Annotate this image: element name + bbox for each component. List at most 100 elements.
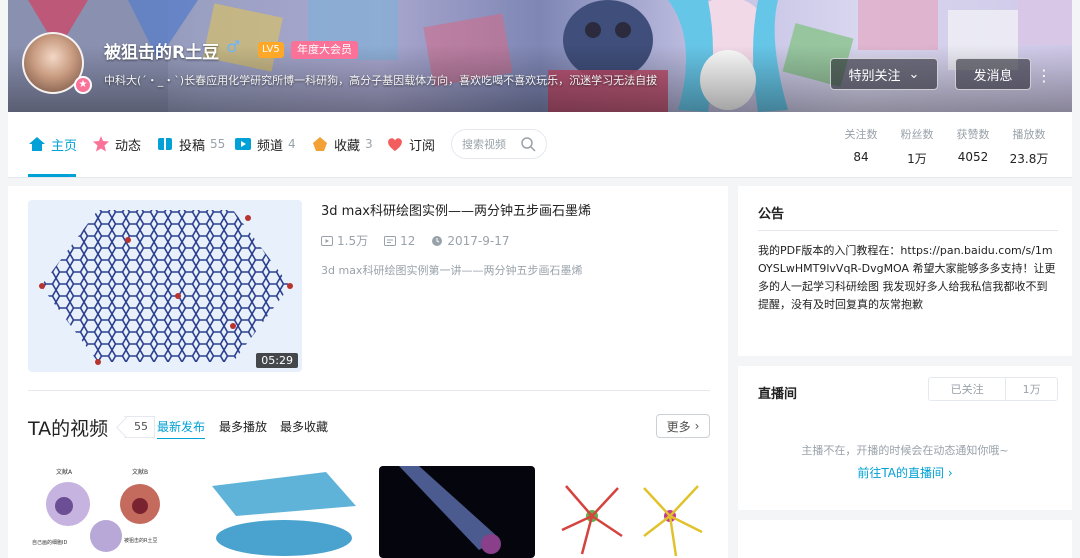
stat-following[interactable]: 关注数 84 bbox=[831, 126, 891, 164]
more-options-icon[interactable]: ⋮ bbox=[1036, 66, 1052, 85]
latest-tab-indicator bbox=[157, 438, 205, 439]
tab-favorites[interactable]: 收藏 3 bbox=[311, 134, 373, 154]
section-divider bbox=[28, 390, 710, 391]
tab-channels[interactable]: 频道 4 bbox=[234, 134, 296, 154]
tab-dynamic-label: 动态 bbox=[115, 138, 142, 154]
notice-divider bbox=[758, 230, 1058, 231]
male-icon: ♂ bbox=[226, 37, 241, 56]
tab-favorites-label: 收藏 bbox=[334, 138, 361, 154]
live-room-card: 直播间 已关注 1万 主播不在，开播的时候会在动态通知你哦~ 前往TA的直播间 … bbox=[738, 366, 1072, 510]
tab-home-label: 主页 bbox=[51, 138, 78, 154]
profile-navbar: 主页 动态 投稿 55 频道 4 收藏 3 订阅 搜索视频 关注数 84 粉丝数… bbox=[8, 112, 1072, 178]
thumb-label-b: 文献B bbox=[132, 468, 148, 476]
stat-following-value: 84 bbox=[853, 150, 869, 164]
search-placeholder: 搜索视频 bbox=[462, 138, 506, 151]
comment-count: 12 bbox=[384, 232, 415, 249]
featured-video-desc: 3d max科研绘图实例第一讲——两分钟五步画石墨烯 bbox=[321, 264, 583, 277]
tab-latest[interactable]: 最新发布 bbox=[157, 418, 205, 435]
membrane-image bbox=[212, 472, 356, 556]
level-badge: LV5 bbox=[258, 42, 284, 58]
vip-badge[interactable]: 年度大会员 bbox=[291, 41, 358, 59]
more-videos-button[interactable]: 更多 › bbox=[656, 414, 710, 438]
dynamic-icon bbox=[93, 136, 109, 152]
stat-likes-label: 获赞数 bbox=[956, 128, 990, 141]
main-content: 05:29 3d max科研绘图实例——两分钟五步画石墨烯 1.5万 12 20… bbox=[8, 186, 728, 558]
home-icon bbox=[29, 137, 45, 151]
tab-most-favorited[interactable]: 最多收藏 bbox=[280, 418, 328, 435]
stat-likes: 获赞数 4052 bbox=[943, 126, 1003, 164]
graphene-image bbox=[39, 210, 293, 365]
notice-card: 公告 我的PDF版本的入门教程在：https://pan.baidu.com/s… bbox=[738, 186, 1072, 356]
more-videos-label: 更多 bbox=[666, 419, 691, 434]
notice-text: 我的PDF版本的入门教程在：https://pan.baidu.com/s/1m… bbox=[758, 244, 1056, 311]
live-offline-message: 主播不在，开播的时候会在动态通知你哦~ bbox=[801, 444, 1009, 457]
publish-date: 2017-9-17 bbox=[431, 232, 509, 249]
stat-likes-value: 4052 bbox=[957, 150, 989, 164]
live-follow-count: 1万 bbox=[1022, 383, 1041, 396]
live-title: 直播间 bbox=[758, 387, 798, 402]
tab-favorites-count: 3 bbox=[365, 137, 373, 151]
video-thumbnail-beam[interactable] bbox=[379, 466, 535, 558]
view-count: 1.5万 bbox=[321, 232, 368, 249]
go-to-live-room-link[interactable]: 前往TA的直播间 › bbox=[738, 464, 1072, 481]
video-search-input[interactable]: 搜索视频 bbox=[451, 129, 547, 159]
stat-followers[interactable]: 粉丝数 1万 bbox=[887, 126, 947, 167]
stat-followers-value: 1万 bbox=[907, 152, 927, 166]
tab-most-played[interactable]: 最多播放 bbox=[219, 418, 267, 435]
send-message-label: 发消息 bbox=[973, 68, 1013, 84]
subscribe-icon bbox=[388, 138, 402, 151]
notice-title: 公告 bbox=[758, 207, 785, 222]
cells-image: 文献A 文献B 自己画的细胞ID 被狙击的R土豆 bbox=[32, 468, 160, 552]
play-count-icon bbox=[321, 235, 333, 246]
go-to-live-room-label: 前往TA的直播间 bbox=[857, 466, 944, 480]
video-thumbnail-molecules[interactable] bbox=[552, 466, 708, 558]
chevron-down-icon: ⌄ bbox=[908, 66, 920, 82]
tab-uploads[interactable]: 投稿 55 bbox=[156, 134, 225, 154]
active-tab-indicator bbox=[28, 174, 76, 177]
video-thumbnail-cells[interactable]: 文献A 文献B 自己画的细胞ID 被狙击的R土豆 bbox=[28, 466, 184, 558]
channel-icon bbox=[235, 138, 251, 150]
danmaku-icon bbox=[384, 235, 397, 246]
tab-uploads-count: 55 bbox=[210, 137, 226, 151]
stat-following-label: 关注数 bbox=[844, 128, 878, 141]
thumb-label-c: 自己画的细胞ID bbox=[32, 539, 67, 546]
tab-home[interactable]: 主页 bbox=[28, 134, 77, 154]
molecules-image bbox=[561, 485, 703, 557]
beam-image bbox=[399, 466, 501, 554]
clock-icon bbox=[432, 235, 443, 246]
video-thumbnail-membrane[interactable] bbox=[206, 466, 362, 558]
live-follow-label[interactable]: 已关注 bbox=[929, 378, 1007, 400]
thumb-label-d: 被狙击的R土豆 bbox=[124, 537, 157, 544]
stat-plays-label: 播放数 bbox=[1012, 128, 1046, 141]
search-icon[interactable] bbox=[520, 136, 536, 152]
tab-subscriptions[interactable]: 订阅 bbox=[386, 134, 435, 154]
featured-video-meta: 1.5万 12 2017-9-17 bbox=[321, 232, 509, 249]
stat-plays: 播放数 23.8万 bbox=[999, 126, 1059, 167]
chevron-right-icon: › bbox=[694, 419, 700, 433]
videos-section-title: TA的视频 bbox=[28, 418, 109, 440]
videos-count-badge: 55 bbox=[124, 416, 155, 438]
thumb-label-a: 文献A bbox=[56, 468, 73, 476]
tab-dynamic[interactable]: 动态 bbox=[92, 134, 141, 154]
official-badge-icon: ★ bbox=[74, 76, 92, 94]
user-bio: 中科大(´・_・`)长春应用化学研究所博一科研狗，高分子基因载体方向，喜欢吃喝不… bbox=[104, 74, 658, 87]
special-follow-label: 特别关注 bbox=[848, 68, 901, 84]
stat-plays-value: 23.8万 bbox=[1009, 152, 1049, 166]
comment-count-value: 12 bbox=[400, 233, 416, 248]
publish-date-value: 2017-9-17 bbox=[447, 233, 510, 248]
tab-subscriptions-label: 订阅 bbox=[409, 138, 436, 154]
view-count-value: 1.5万 bbox=[337, 234, 369, 248]
username[interactable]: 被狙击的R土豆 bbox=[104, 38, 219, 63]
special-follow-button[interactable]: 特别关注 ⌄ bbox=[830, 58, 938, 90]
chevron-right-icon: › bbox=[947, 466, 953, 480]
featured-video-title[interactable]: 3d max科研绘图实例——两分钟五步画石墨烯 bbox=[321, 200, 591, 219]
tab-channels-count: 4 bbox=[288, 137, 296, 151]
upload-icon bbox=[158, 138, 172, 150]
tab-channels-label: 频道 bbox=[257, 138, 284, 154]
send-message-button[interactable]: 发消息 bbox=[955, 58, 1031, 90]
side-extra-card bbox=[738, 520, 1072, 558]
live-follow-widget[interactable]: 已关注 1万 bbox=[928, 377, 1058, 401]
featured-duration: 05:29 bbox=[256, 353, 298, 368]
favorite-icon bbox=[313, 137, 327, 151]
featured-video-thumbnail[interactable]: 05:29 bbox=[28, 200, 302, 372]
